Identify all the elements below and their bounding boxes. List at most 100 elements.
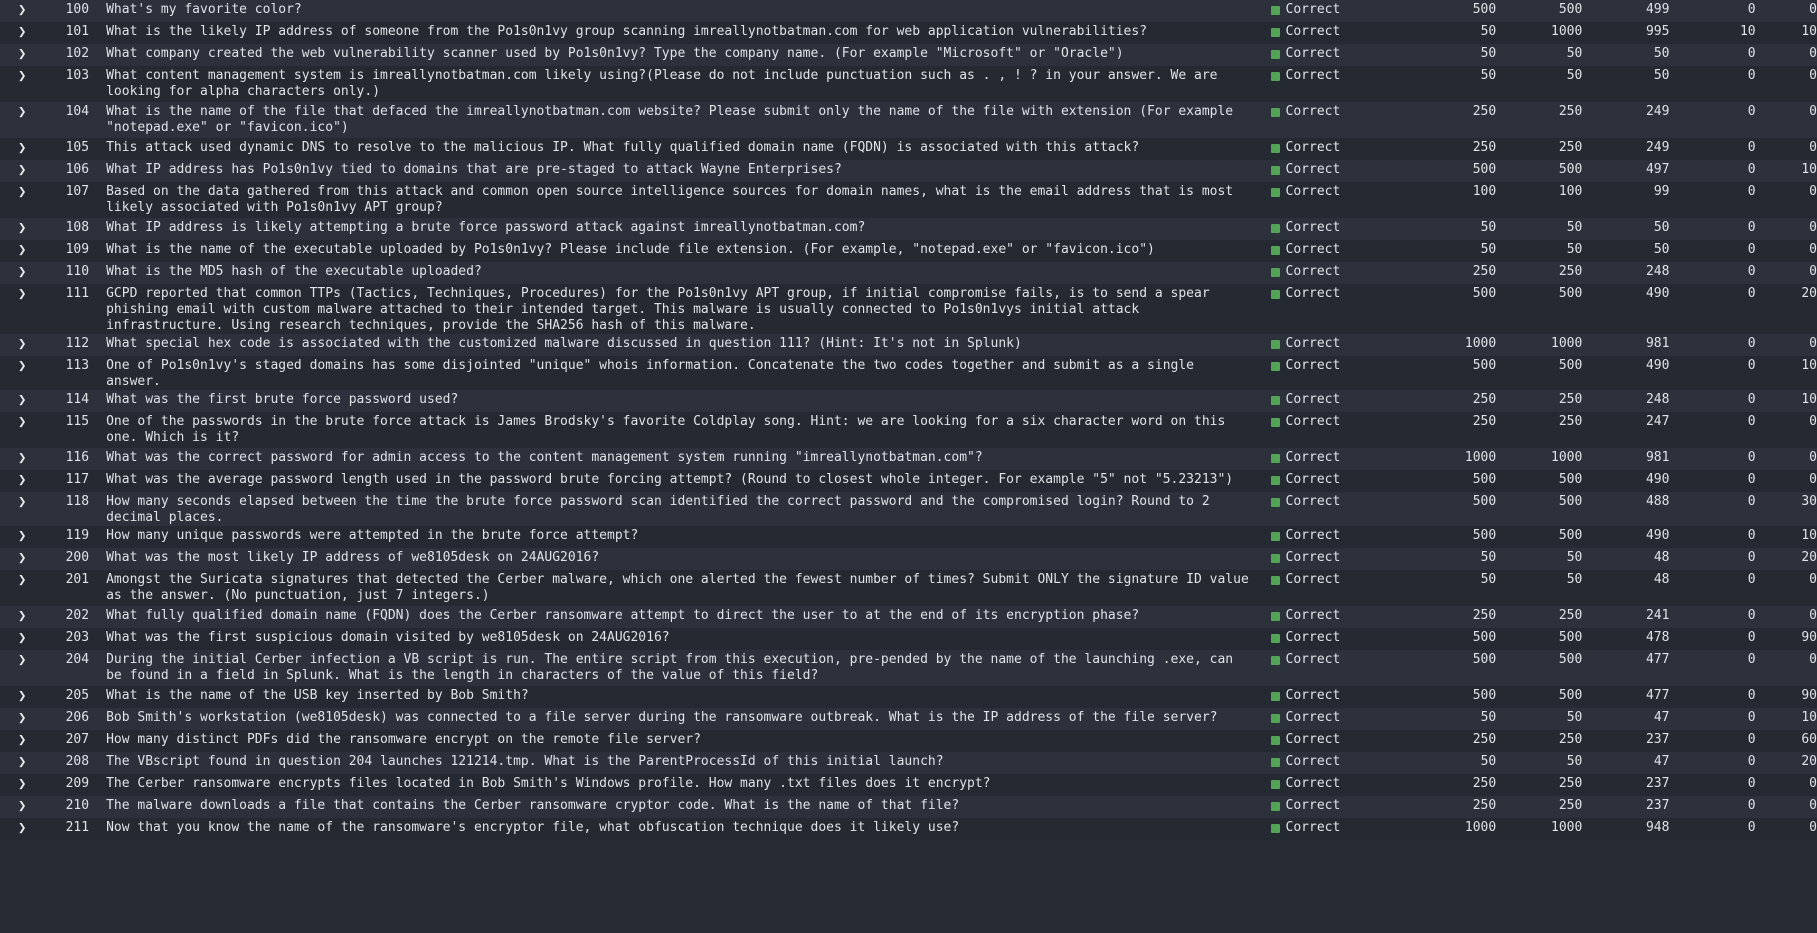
awarded-points: 48 <box>1653 550 1670 565</box>
base-points: 500 <box>1472 494 1497 509</box>
chevron-right-icon[interactable]: ❯ <box>0 44 45 62</box>
table-row[interactable]: ❯ 112 What special hex code is associate… <box>0 334 1817 356</box>
table-row[interactable]: ❯ 118 How many seconds elapsed between t… <box>0 492 1817 526</box>
table-row[interactable]: ❯ 105 This attack used dynamic DNS to re… <box>0 138 1817 160</box>
chevron-right-icon[interactable]: ❯ <box>0 262 45 280</box>
table-row[interactable]: ❯ 100 What's my favorite color? Correct … <box>0 0 1817 22</box>
max-points: 500 <box>1558 162 1583 177</box>
chevron-right-icon[interactable]: ❯ <box>0 686 45 704</box>
chevron-right-icon[interactable]: ❯ <box>0 548 45 566</box>
table-row[interactable]: ❯ 114 What was the first brute force pas… <box>0 390 1817 412</box>
chevron-right-icon[interactable]: ❯ <box>0 412 45 430</box>
table-row[interactable]: ❯ 104 What is the name of the file that … <box>0 102 1817 138</box>
chevron-right-icon[interactable]: ❯ <box>0 218 45 236</box>
table-row[interactable]: ❯ 116 What was the correct password for … <box>0 448 1817 470</box>
table-row[interactable]: ❯ 211 Now that you know the name of the … <box>0 818 1817 840</box>
chevron-right-icon[interactable]: ❯ <box>0 138 45 156</box>
chevron-right-icon[interactable]: ❯ <box>0 356 45 374</box>
chevron-right-icon[interactable]: ❯ <box>0 606 45 624</box>
check-icon <box>1270 361 1280 371</box>
question-number: 104 <box>65 104 90 119</box>
table-row[interactable]: ❯ 204 During the initial Cerber infectio… <box>0 650 1817 686</box>
penalty-points: 0 <box>1747 104 1756 119</box>
chevron-right-icon[interactable]: ❯ <box>0 284 45 302</box>
max-points: 250 <box>1558 798 1583 813</box>
base-points: 250 <box>1472 798 1497 813</box>
awarded-points: 237 <box>1645 776 1670 791</box>
base-points: 250 <box>1472 104 1497 119</box>
chevron-right-icon[interactable]: ❯ <box>0 526 45 544</box>
penalty-points: 0 <box>1747 710 1756 725</box>
chevron-right-icon[interactable]: ❯ <box>0 628 45 646</box>
table-row[interactable]: ❯ 106 What IP address has Po1s0n1vy tied… <box>0 160 1817 182</box>
base-points: 250 <box>1472 732 1497 747</box>
table-row[interactable]: ❯ 113 One of Po1s0n1vy's staged domains … <box>0 356 1817 390</box>
max-points: 500 <box>1558 528 1583 543</box>
table-row[interactable]: ❯ 111 GCPD reported that common TTPs (Ta… <box>0 284 1817 334</box>
table-row[interactable]: ❯ 202 What fully qualified domain name (… <box>0 606 1817 628</box>
penalty-points: 0 <box>1747 358 1756 373</box>
table-row[interactable]: ❯ 207 How many distinct PDFs did the ran… <box>0 730 1817 752</box>
hint-points: 0 <box>1809 46 1817 61</box>
questions-table: ❯ 100 What's my favorite color? Correct … <box>0 0 1817 840</box>
chevron-right-icon[interactable]: ❯ <box>0 334 45 352</box>
chevron-right-icon[interactable]: ❯ <box>0 708 45 726</box>
awarded-points: 995 <box>1645 24 1670 39</box>
max-points: 50 <box>1566 68 1583 83</box>
max-points: 500 <box>1558 630 1583 645</box>
max-points: 250 <box>1558 264 1583 279</box>
table-row[interactable]: ❯ 101 What is the likely IP address of s… <box>0 22 1817 44</box>
chevron-right-icon[interactable]: ❯ <box>0 796 45 814</box>
table-row[interactable]: ❯ 205 What is the name of the USB key in… <box>0 686 1817 708</box>
table-row[interactable]: ❯ 115 One of the passwords in the brute … <box>0 412 1817 448</box>
question-number: 108 <box>65 220 90 235</box>
awarded-points: 47 <box>1653 710 1670 725</box>
penalty-points: 0 <box>1747 450 1756 465</box>
chevron-right-icon[interactable]: ❯ <box>0 66 45 84</box>
chevron-right-icon[interactable]: ❯ <box>0 470 45 488</box>
check-icon <box>1270 165 1280 175</box>
table-row[interactable]: ❯ 102 What company created the web vulne… <box>0 44 1817 66</box>
awarded-points: 248 <box>1645 392 1670 407</box>
table-row[interactable]: ❯ 201 Amongst the Suricata signatures th… <box>0 570 1817 606</box>
table-row[interactable]: ❯ 209 The Cerber ransomware encrypts fil… <box>0 774 1817 796</box>
question-text: Amongst the Suricata signatures that det… <box>106 572 1249 603</box>
table-row[interactable]: ❯ 110 What is the MD5 hash of the execut… <box>0 262 1817 284</box>
base-points: 50 <box>1480 24 1497 39</box>
table-row[interactable]: ❯ 107 Based on the data gathered from th… <box>0 182 1817 218</box>
table-row[interactable]: ❯ 117 What was the average password leng… <box>0 470 1817 492</box>
table-row[interactable]: ❯ 206 Bob Smith's workstation (we8105des… <box>0 708 1817 730</box>
chevron-right-icon[interactable]: ❯ <box>0 492 45 510</box>
chevron-right-icon[interactable]: ❯ <box>0 160 45 178</box>
chevron-right-icon[interactable]: ❯ <box>0 818 45 836</box>
chevron-right-icon[interactable]: ❯ <box>0 240 45 258</box>
table-row[interactable]: ❯ 103 What content management system is … <box>0 66 1817 102</box>
hint-points: 0 <box>1809 572 1817 587</box>
chevron-right-icon[interactable]: ❯ <box>0 730 45 748</box>
chevron-right-icon[interactable]: ❯ <box>0 448 45 466</box>
max-points: 50 <box>1566 754 1583 769</box>
table-row[interactable]: ❯ 210 The malware downloads a file that … <box>0 796 1817 818</box>
table-row[interactable]: ❯ 108 What IP address is likely attempti… <box>0 218 1817 240</box>
table-row[interactable]: ❯ 200 What was the most likely IP addres… <box>0 548 1817 570</box>
status-badge: Correct <box>1285 286 1341 301</box>
awarded-points: 981 <box>1645 336 1670 351</box>
question-number: 115 <box>65 414 90 429</box>
chevron-right-icon[interactable]: ❯ <box>0 102 45 120</box>
table-row[interactable]: ❯ 119 How many unique passwords were att… <box>0 526 1817 548</box>
status-cell: Correct <box>1270 774 1402 792</box>
chevron-right-icon[interactable]: ❯ <box>0 390 45 408</box>
chevron-right-icon[interactable]: ❯ <box>0 774 45 792</box>
status-badge: Correct <box>1285 242 1341 257</box>
question-text: What was the first suspicious domain vis… <box>106 630 670 645</box>
chevron-right-icon[interactable]: ❯ <box>0 22 45 40</box>
chevron-right-icon[interactable]: ❯ <box>0 752 45 770</box>
table-row[interactable]: ❯ 208 The VBscript found in question 204… <box>0 752 1817 774</box>
chevron-right-icon[interactable]: ❯ <box>0 0 45 18</box>
table-row[interactable]: ❯ 109 What is the name of the executable… <box>0 240 1817 262</box>
chevron-right-icon[interactable]: ❯ <box>0 570 45 588</box>
chevron-right-icon[interactable]: ❯ <box>0 182 45 200</box>
chevron-right-icon[interactable]: ❯ <box>0 650 45 668</box>
status-cell: Correct <box>1270 182 1402 200</box>
table-row[interactable]: ❯ 203 What was the first suspicious doma… <box>0 628 1817 650</box>
